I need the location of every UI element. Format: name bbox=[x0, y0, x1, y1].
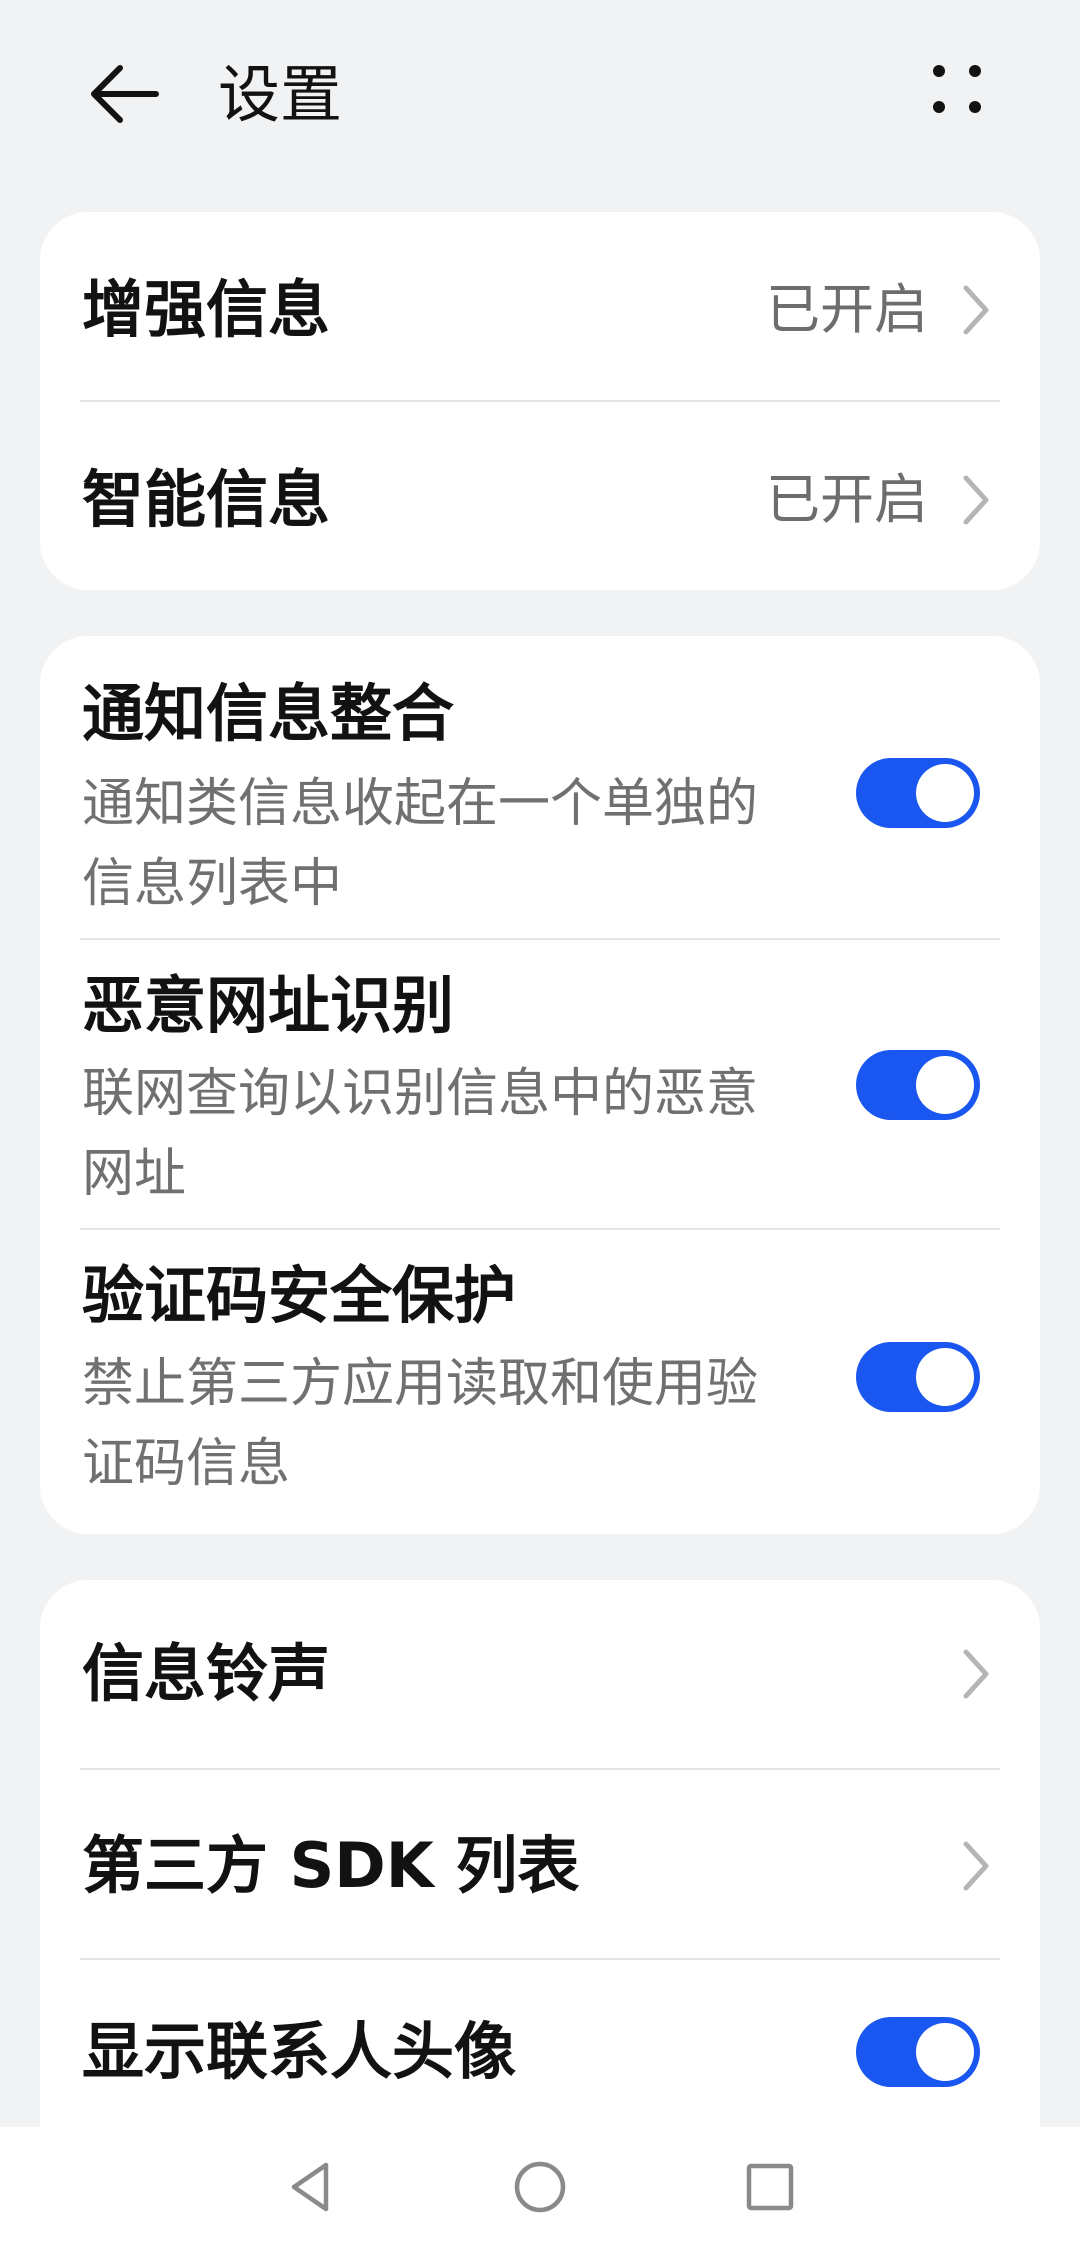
malicious-url-toggle[interactable] bbox=[856, 1050, 980, 1120]
settings-card-security: 通知信息整合 通知类信息收起在一个单独的信息列表中 恶意网址识别 联网查询以识别… bbox=[40, 636, 1040, 1534]
setting-title: 恶意网址识别 bbox=[82, 969, 455, 1042]
back-arrow-icon bbox=[91, 65, 159, 123]
chevron-right-icon bbox=[963, 1841, 989, 1891]
back-button[interactable] bbox=[74, 44, 174, 144]
nav-back-button[interactable] bbox=[270, 2147, 350, 2227]
nav-recents-button[interactable] bbox=[730, 2147, 810, 2227]
setting-row-notification-merge[interactable]: 通知信息整合 通知类信息收起在一个单独的信息列表中 bbox=[40, 636, 1040, 940]
setting-description: 联网查询以识别信息中的恶意网址 bbox=[82, 1064, 759, 1204]
setting-title: 验证码安全保护 bbox=[82, 1259, 517, 1332]
setting-title: 显示联系人头像 bbox=[82, 2015, 517, 2088]
setting-row-smart-info[interactable]: 智能信息 已开启 bbox=[40, 402, 1040, 590]
system-navigation-bar bbox=[0, 2127, 1080, 2247]
nav-home-button[interactable] bbox=[500, 2147, 580, 2227]
setting-title: 智能信息 bbox=[82, 463, 331, 536]
setting-row-ringtone[interactable]: 信息铃声 bbox=[40, 1580, 1040, 1770]
triangle-back-icon bbox=[291, 2162, 329, 2212]
toggle-knob bbox=[916, 1348, 974, 1406]
setting-row-code-protection[interactable]: 验证码安全保护 禁止第三方应用读取和使用验证码信息 bbox=[40, 1230, 1040, 1534]
setting-row-sdk-list[interactable]: 第三方 SDK 列表 bbox=[40, 1770, 1040, 1960]
settings-card-general: 信息铃声 第三方 SDK 列表 显示联系人头像 bbox=[40, 1580, 1040, 2180]
chevron-right-icon bbox=[963, 285, 989, 335]
chevron-right-icon bbox=[963, 475, 989, 525]
square-recents-icon bbox=[746, 2163, 794, 2211]
setting-description: 通知类信息收起在一个单独的信息列表中 bbox=[82, 774, 759, 914]
circle-home-icon bbox=[514, 2161, 566, 2213]
code-protection-toggle[interactable] bbox=[856, 1342, 980, 1412]
setting-title: 增强信息 bbox=[82, 273, 331, 346]
notification-merge-toggle[interactable] bbox=[856, 758, 980, 828]
toggle-knob bbox=[916, 764, 974, 822]
contact-avatar-toggle[interactable] bbox=[856, 2017, 980, 2087]
setting-title: 信息铃声 bbox=[82, 1637, 331, 1710]
setting-status: 已开启 bbox=[766, 468, 928, 531]
chevron-right-icon bbox=[963, 1649, 989, 1699]
setting-description: 禁止第三方应用读取和使用验证码信息 bbox=[82, 1354, 759, 1494]
more-options-button[interactable] bbox=[912, 44, 1002, 134]
setting-row-enhanced-info[interactable]: 增强信息 已开启 bbox=[40, 212, 1040, 402]
more-dots-icon bbox=[933, 65, 981, 113]
toggle-knob bbox=[916, 1056, 974, 1114]
page-title: 设置 bbox=[218, 58, 343, 131]
setting-status: 已开启 bbox=[766, 278, 928, 341]
toggle-knob bbox=[916, 2023, 974, 2081]
setting-title: 第三方 SDK 列表 bbox=[82, 1829, 580, 1902]
setting-row-malicious-url[interactable]: 恶意网址识别 联网查询以识别信息中的恶意网址 bbox=[40, 940, 1040, 1230]
top-bar: 设置 bbox=[0, 0, 1080, 190]
setting-title: 通知信息整合 bbox=[82, 677, 455, 750]
settings-card-info-features: 增强信息 已开启 智能信息 已开启 bbox=[40, 212, 1040, 590]
